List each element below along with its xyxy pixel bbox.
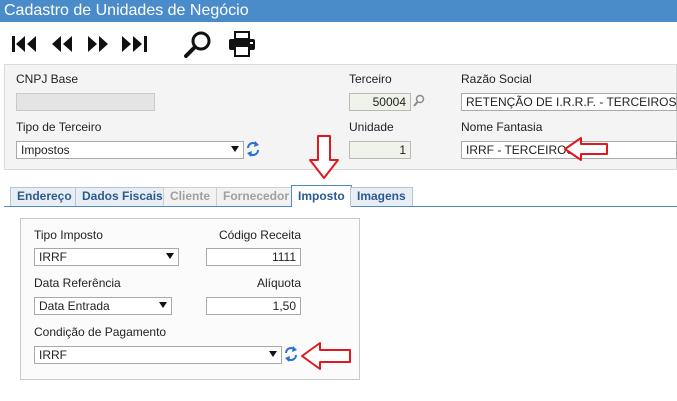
- unidade-label: Unidade: [349, 120, 394, 134]
- next-record-icon[interactable]: [84, 33, 112, 55]
- tipo-terceiro-label: Tipo de Terceiro: [16, 120, 102, 134]
- codigo-receita-field[interactable]: 1111: [206, 248, 301, 266]
- data-referencia-label: Data Referência: [34, 276, 121, 290]
- chevron-down-icon: [166, 253, 174, 259]
- condicao-pagamento-select[interactable]: IRRF: [34, 346, 282, 364]
- chevron-down-icon: [231, 146, 239, 152]
- razao-social-field[interactable]: RETENÇÃO DE I.R.R.F. - TERCEIROS: [461, 93, 677, 111]
- condicao-pagamento-value: IRRF: [39, 348, 67, 362]
- tipo-terceiro-value: Impostos: [21, 143, 70, 157]
- cnpj-label: CNPJ Base: [16, 72, 79, 86]
- data-referencia-select[interactable]: Data Entrada: [34, 297, 172, 315]
- tab-imposto[interactable]: Imposto: [291, 185, 352, 207]
- terceiro-label: Terceiro: [349, 72, 392, 86]
- terceiro-field[interactable]: 50004: [349, 93, 411, 111]
- first-record-icon[interactable]: [10, 33, 40, 55]
- tab-dados-fiscais[interactable]: Dados Fiscais: [75, 187, 170, 206]
- aliquota-field[interactable]: 1,50: [206, 297, 301, 315]
- aliquota-label: Alíquota: [256, 276, 301, 290]
- annotation-arrow-down-icon: [308, 134, 340, 180]
- terceiro-search-icon[interactable]: [412, 93, 426, 109]
- tab-imagens[interactable]: Imagens: [350, 187, 413, 206]
- tipo-imposto-select[interactable]: IRRF: [34, 248, 179, 266]
- tipo-terceiro-select[interactable]: Impostos: [16, 141, 244, 159]
- refresh-icon[interactable]: [246, 140, 260, 158]
- refresh-icon[interactable]: [284, 345, 298, 363]
- title-bar: Cadastro de Unidades de Negócio: [0, 0, 677, 22]
- last-record-icon[interactable]: [118, 33, 150, 55]
- razao-social-label: Razão Social: [461, 72, 532, 86]
- window-title: Cadastro de Unidades de Negócio: [4, 2, 249, 19]
- condicao-pagamento-label: Condição de Pagamento: [34, 325, 167, 339]
- tipo-imposto-label: Tipo Imposto: [34, 228, 103, 242]
- chevron-down-icon: [269, 351, 277, 357]
- nome-fantasia-label: Nome Fantasia: [461, 120, 543, 134]
- tab-fornecedor[interactable]: Fornecedor: [216, 187, 297, 206]
- data-referencia-value: Data Entrada: [39, 299, 110, 313]
- unidade-field[interactable]: 1: [349, 141, 411, 159]
- cnpj-field[interactable]: [16, 93, 155, 111]
- annotation-arrow-left-icon: [563, 136, 609, 162]
- tab-endereco[interactable]: Endereço: [10, 187, 79, 206]
- previous-record-icon[interactable]: [48, 33, 76, 55]
- search-icon[interactable]: [182, 30, 214, 58]
- tipo-imposto-value: IRRF: [39, 250, 67, 264]
- annotation-arrow-left-icon: [300, 341, 352, 371]
- chevron-down-icon: [159, 302, 167, 308]
- tab-cliente[interactable]: Cliente: [163, 187, 218, 206]
- codigo-receita-label: Código Receita: [218, 228, 301, 242]
- printer-icon[interactable]: [226, 30, 258, 58]
